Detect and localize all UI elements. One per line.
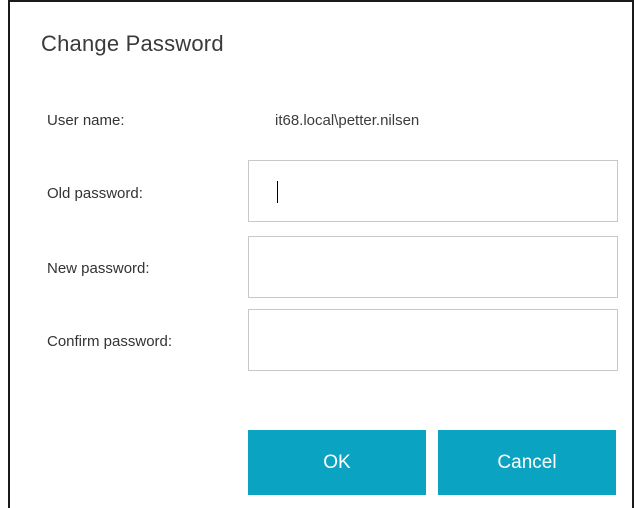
old-password-label: Old password: bbox=[47, 185, 143, 202]
user-name-value: it68.local\petter.nilsen bbox=[275, 112, 420, 129]
new-password-field[interactable] bbox=[248, 236, 618, 298]
confirm-password-label: Confirm password: bbox=[47, 333, 173, 350]
new-password-label: New password: bbox=[47, 260, 150, 277]
user-name-label: User name: bbox=[47, 112, 125, 129]
confirm-password-field[interactable] bbox=[248, 309, 618, 371]
ok-button[interactable]: OK bbox=[248, 430, 426, 495]
old-password-field[interactable] bbox=[248, 160, 618, 222]
cancel-button[interactable]: Cancel bbox=[438, 430, 616, 495]
text-caret bbox=[277, 181, 278, 203]
change-password-dialog: Change Password User name: it68.local\pe… bbox=[8, 0, 634, 508]
dialog-title: Change Password bbox=[41, 31, 224, 56]
